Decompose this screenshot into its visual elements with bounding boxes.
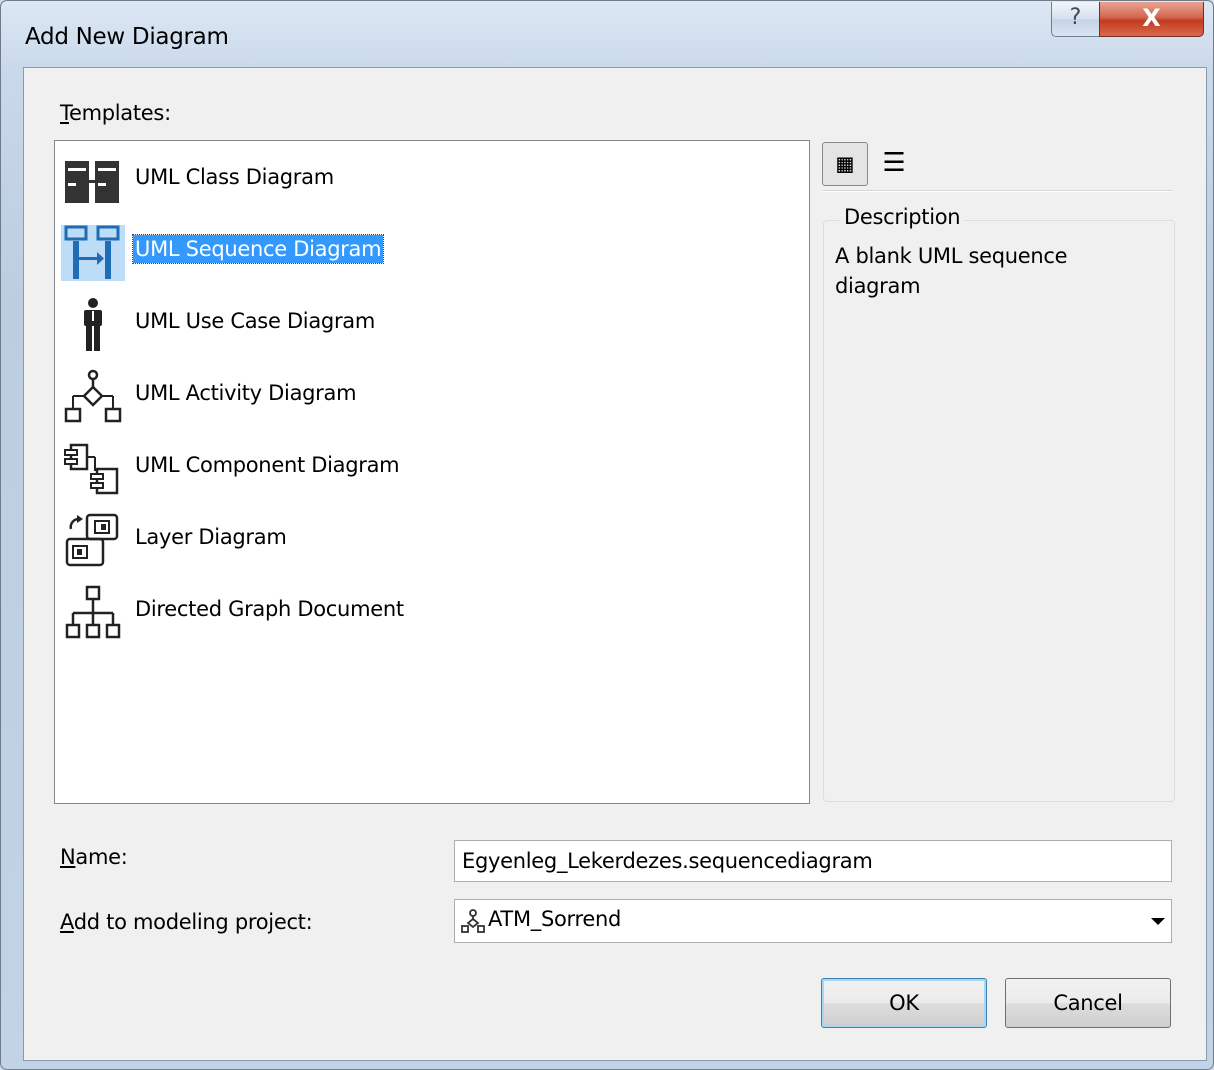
- close-button[interactable]: X: [1099, 2, 1204, 37]
- template-label: Directed Graph Document: [135, 597, 404, 621]
- description-group: Description A blank UML sequence diagram: [823, 205, 1175, 802]
- large-icons-view-button[interactable]: ▦: [822, 142, 868, 186]
- chevron-down-icon[interactable]: [1151, 918, 1165, 925]
- add-new-diagram-dialog: Add New Diagram ? X Templates: UML Class…: [0, 0, 1214, 1070]
- project-value: ATM_Sorrend: [488, 907, 622, 931]
- name-field[interactable]: Egyenleg_Lekerdezes.sequencediagram: [454, 840, 1172, 882]
- template-item-directed-graph[interactable]: Directed Graph Document: [61, 581, 761, 645]
- ok-button[interactable]: OK: [821, 978, 987, 1028]
- template-item-uml-component[interactable]: UML Component Diagram: [61, 437, 761, 501]
- template-item-layer[interactable]: Layer Diagram: [61, 509, 761, 573]
- template-label: UML Use Case Diagram: [135, 309, 376, 333]
- templates-list[interactable]: UML Class Diagram UML Sequence Diagram U…: [54, 140, 810, 804]
- template-item-uml-class[interactable]: UML Class Diagram: [61, 149, 761, 213]
- component-diagram-icon: [64, 443, 119, 495]
- template-label: UML Component Diagram: [135, 453, 400, 477]
- cancel-button[interactable]: Cancel: [1005, 978, 1171, 1028]
- modeling-project-select[interactable]: ATM_Sorrend: [454, 899, 1172, 943]
- description-legend: Description: [840, 205, 965, 229]
- sequence-diagram-icon: [61, 225, 125, 281]
- template-label: Layer Diagram: [135, 525, 287, 549]
- title-bar: Add New Diagram ? X: [1, 1, 1213, 67]
- dialog-body: Templates: UML Class Diagram UML Sequenc…: [23, 67, 1207, 1061]
- layer-diagram-icon: [65, 513, 119, 567]
- activity-diagram-icon: [64, 369, 122, 423]
- window-title: Add New Diagram: [25, 24, 229, 50]
- template-label: UML Class Diagram: [135, 165, 334, 189]
- use-case-diagram-icon: [84, 298, 102, 351]
- help-button[interactable]: ?: [1051, 2, 1100, 37]
- template-label: UML Activity Diagram: [135, 381, 357, 405]
- modeling-project-icon: [461, 909, 485, 933]
- directed-graph-icon: [65, 585, 121, 639]
- divider: [822, 190, 1172, 192]
- templates-label: Templates:: [60, 101, 171, 125]
- name-label: Name:: [60, 845, 128, 869]
- class-diagram-icon: [65, 161, 119, 203]
- description-text: A blank UML sequence diagram: [835, 244, 1068, 298]
- template-item-uml-activity[interactable]: UML Activity Diagram: [61, 365, 761, 429]
- list-view-button[interactable]: ☰: [872, 142, 916, 184]
- project-label: Add to modeling project:: [60, 910, 313, 934]
- template-item-uml-use-case[interactable]: UML Use Case Diagram: [61, 293, 761, 357]
- template-label: UML Sequence Diagram: [131, 234, 385, 264]
- template-item-uml-sequence[interactable]: UML Sequence Diagram: [61, 221, 761, 285]
